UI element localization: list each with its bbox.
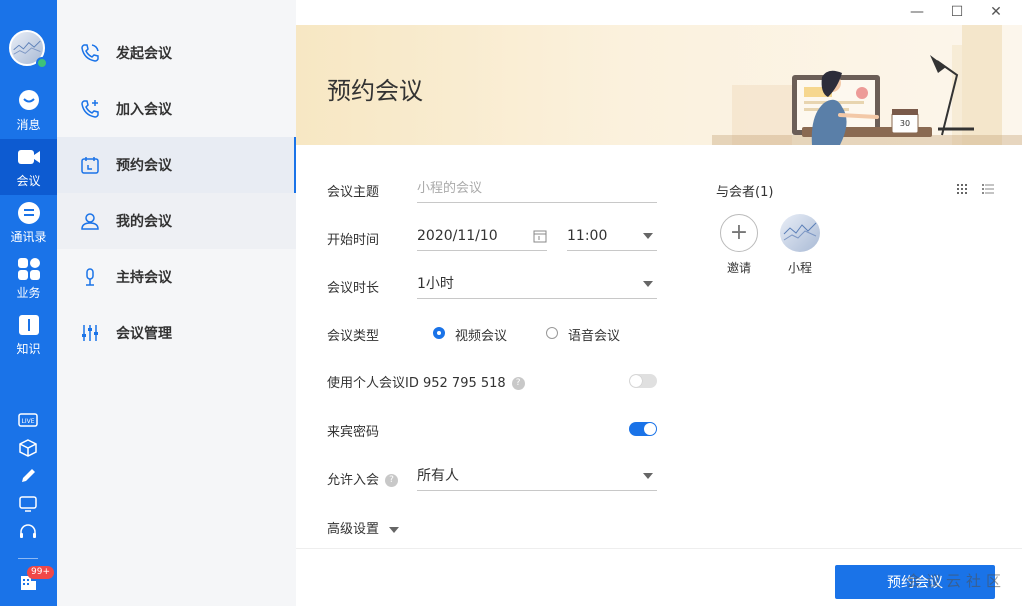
audio-meeting-radio[interactable] [546, 327, 558, 339]
chevron-down-icon [389, 526, 400, 533]
nav-item-label: 发起会议 [116, 46, 172, 62]
screen-icon[interactable] [18, 494, 38, 514]
audio-meeting-label[interactable]: 语音会议 [568, 325, 620, 344]
allow-join-row: 允许入会? [327, 469, 399, 488]
participant-avatar[interactable] [780, 214, 820, 252]
phone-call-icon [81, 44, 99, 62]
page-title: 预约会议 [327, 77, 423, 105]
notification-badge: 99+ [27, 566, 54, 579]
meeting-type-label: 会议类型 [327, 329, 380, 344]
rail-item-contacts[interactable]: 通讯录 [0, 195, 57, 251]
rail-item-messages[interactable]: 消息 [0, 83, 57, 139]
rail-item-meetings[interactable]: 会议 [0, 139, 57, 195]
live-icon[interactable]: LIVE [18, 410, 38, 430]
toggle-knob [644, 423, 656, 435]
video-meeting-label[interactable]: 视频会议 [455, 325, 507, 344]
main-panel: — ☐ ✕ 预约会议 30 会议主题 小程的会议 开始时间 2020/11/10… [296, 0, 1022, 606]
phone-add-icon [81, 100, 99, 118]
microphone-icon [86, 268, 94, 286]
calendar-icon[interactable] [533, 229, 547, 243]
online-status-icon [36, 57, 48, 69]
nav-item-host-meeting[interactable]: 主持会议 [57, 249, 296, 305]
start-date-field[interactable]: 2020/11/10 [417, 225, 547, 251]
duration-value: 1小时 [417, 276, 454, 292]
subject-input[interactable]: 小程的会议 [417, 177, 657, 203]
meeting-icon [17, 150, 40, 164]
start-time-value: 11:00 [567, 228, 608, 244]
apps-icon [17, 258, 40, 280]
calendar-day-label: 30 [900, 119, 910, 128]
close-button[interactable]: ✕ [981, 0, 1011, 24]
nav-item-join-meeting[interactable]: 加入会议 [57, 81, 296, 137]
personal-id-row: 使用个人会议ID 952 795 518? [327, 372, 525, 391]
chevron-down-icon [643, 473, 653, 479]
plus-icon: + [729, 220, 749, 245]
office-illustration: 30 [712, 25, 1022, 145]
cube-icon[interactable] [18, 438, 38, 458]
nav-item-schedule-meeting[interactable]: 预约会议 [57, 137, 296, 193]
nav-item-meeting-management[interactable]: 会议管理 [57, 305, 296, 361]
rail-item-label: 知识 [16, 342, 41, 356]
duration-label: 会议时长 [327, 281, 380, 296]
video-meeting-radio[interactable] [433, 327, 445, 339]
allow-join-value: 所有人 [417, 468, 459, 484]
advanced-settings-label: 高级设置 [327, 522, 380, 537]
maximize-button[interactable]: ☐ [942, 0, 972, 24]
subject-label: 会议主题 [327, 185, 380, 200]
watermark: 会议云社区 [906, 572, 1007, 590]
rail-item-knowledge[interactable]: 知识 [0, 307, 57, 363]
toggle-knob [630, 375, 642, 387]
nav-item-label: 主持会议 [116, 270, 172, 286]
user-icon [81, 213, 99, 230]
participant-name: 小程 [787, 261, 812, 275]
help-icon[interactable]: ? [385, 474, 399, 487]
sliders-icon [82, 325, 98, 341]
help-icon[interactable]: ? [511, 377, 525, 390]
allow-join-select[interactable]: 所有人 [417, 465, 657, 491]
start-time-label: 开始时间 [327, 233, 380, 248]
advanced-settings-toggle[interactable]: 高级设置 [327, 518, 400, 537]
meeting-nav: 发起会议 加入会议 预约会议 我的会议 主持会议 会议管理 [57, 0, 296, 606]
list-view-icon[interactable] [982, 183, 994, 195]
minimize-button[interactable]: — [902, 0, 932, 24]
rail-divider [18, 558, 38, 559]
page-banner: 预约会议 30 [296, 25, 1022, 145]
nav-item-start-meeting[interactable]: 发起会议 [57, 25, 296, 81]
subject-placeholder: 小程的会议 [417, 181, 483, 196]
participants-title: 与会者(1) [716, 185, 774, 200]
rail-item-apps[interactable]: 业务 [0, 251, 57, 307]
nav-item-label: 我的会议 [116, 214, 172, 230]
pen-icon[interactable] [18, 466, 38, 486]
nav-item-label: 加入会议 [116, 102, 172, 118]
calendar-icon [81, 157, 99, 174]
rail-item-label: 会议 [16, 174, 41, 188]
rail-item-label: 消息 [16, 118, 41, 132]
guest-password-label: 来宾密码 [327, 425, 380, 440]
chevron-down-icon [643, 233, 653, 239]
left-rail: 消息 会议 通讯录 业务 知识 LIVE 99+ [0, 0, 57, 606]
rail-item-label: 业务 [16, 286, 41, 300]
duration-select[interactable]: 1小时 [417, 273, 657, 299]
footer-divider [296, 548, 1022, 549]
personal-id-toggle[interactable] [629, 374, 657, 388]
start-date-value: 2020/11/10 [417, 228, 498, 244]
live-label: LIVE [21, 418, 34, 425]
chevron-down-icon [643, 281, 653, 287]
nav-item-my-meetings[interactable]: 我的会议 [57, 193, 296, 249]
nav-item-label: 预约会议 [116, 158, 172, 174]
headset-icon[interactable] [18, 522, 38, 542]
rail-item-label: 通讯录 [10, 230, 47, 244]
guest-password-toggle[interactable] [629, 422, 657, 436]
personal-id-label: 使用个人会议ID 952 795 518 [327, 376, 506, 391]
knowledge-icon [18, 315, 39, 335]
nav-item-label: 会议管理 [116, 326, 172, 342]
grid-view-icon[interactable] [956, 183, 968, 195]
invite-label: 邀请 [726, 261, 751, 275]
allow-join-label: 允许入会 [327, 473, 380, 488]
message-icon [18, 90, 39, 110]
invite-button[interactable]: + [720, 214, 758, 252]
start-time-select[interactable]: 11:00 [567, 225, 657, 251]
contacts-icon [17, 202, 40, 224]
